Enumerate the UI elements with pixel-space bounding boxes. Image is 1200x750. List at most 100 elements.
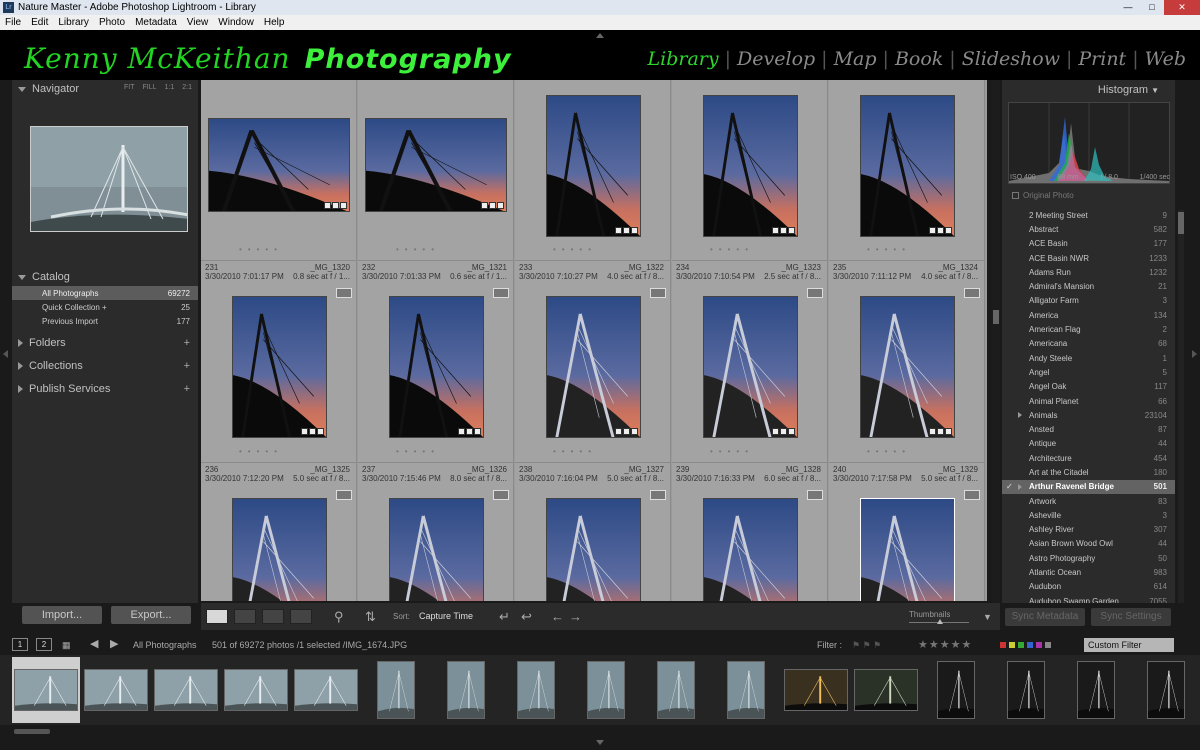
rating-dots[interactable]: •••••	[396, 245, 440, 254]
filmstrip-cell[interactable]	[432, 657, 500, 723]
rating-filter-stars[interactable]: ★★★★★	[918, 638, 972, 651]
photo-thumbnail[interactable]	[860, 498, 955, 601]
folders-header[interactable]: Folders +	[12, 334, 198, 352]
metadata-badge-icon[interactable]	[807, 490, 823, 500]
filmstrip-thumbnail[interactable]	[14, 669, 78, 711]
filmstrip-thumbnail[interactable]	[377, 661, 415, 719]
catalog-item-all-photographs[interactable]: All Photographs 69272	[12, 286, 198, 300]
filmstrip-thumbnail[interactable]	[784, 669, 848, 711]
next-photo-icon[interactable]: →	[569, 609, 582, 624]
keyword-scrollbar[interactable]	[1178, 210, 1184, 603]
metadata-badge-icon[interactable]	[964, 288, 980, 298]
window-2-button[interactable]: 2	[36, 638, 52, 651]
filmstrip-source[interactable]: All Photographs	[133, 640, 197, 650]
grid-cell[interactable]: •••••	[672, 80, 828, 261]
keyword-row[interactable]: America 134	[1002, 308, 1175, 322]
keyword-row[interactable]: ACE Basin 177	[1002, 237, 1175, 251]
expand-triangle-icon[interactable]	[1018, 412, 1022, 419]
sort-direction-icon[interactable]: ⇅	[365, 609, 376, 625]
filmstrip-thumbnail[interactable]	[154, 669, 218, 711]
photo-thumbnail[interactable]	[703, 95, 798, 237]
filmstrip-thumbnail[interactable]	[294, 669, 358, 711]
grid-scrollbar[interactable]	[992, 80, 1000, 603]
collapse-right-arrow-icon[interactable]	[1192, 350, 1197, 358]
keyword-row[interactable]: Asian Brown Wood Owl 44	[1002, 537, 1175, 551]
navigator-preview[interactable]	[30, 126, 188, 232]
metadata-badge-icon[interactable]	[650, 490, 666, 500]
metadata-badge-icon[interactable]	[336, 490, 352, 500]
keyword-row[interactable]: Angel Oak 117	[1002, 380, 1175, 394]
filmstrip-cell[interactable]	[572, 657, 640, 723]
close-button[interactable]: ✕	[1164, 0, 1200, 15]
forward-arrow-icon[interactable]: ▶	[110, 637, 118, 650]
menu-photo[interactable]: Photo	[94, 17, 130, 28]
photo-thumbnail[interactable]	[546, 498, 641, 601]
keyword-row[interactable]: Adams Run 1232	[1002, 265, 1175, 279]
filmstrip-thumbnail[interactable]	[84, 669, 148, 711]
window-1-button[interactable]: 1	[12, 638, 28, 651]
photo-thumbnail[interactable]	[232, 498, 327, 601]
grid-cell[interactable]: 237 _MG_1326 3/30/2010 7:15:46 PM 8.0 sec …	[358, 463, 514, 601]
collapse-top-arrow-icon[interactable]	[596, 33, 604, 38]
photo-thumbnail[interactable]	[389, 498, 484, 601]
menu-view[interactable]: View	[182, 17, 214, 28]
photo-thumbnail[interactable]	[365, 118, 507, 212]
rotate-left-icon[interactable]: ↵	[499, 609, 510, 625]
collections-header[interactable]: Collections +	[12, 357, 198, 375]
grid-cell[interactable]: 239 _MG_1328 3/30/2010 7:16:33 PM 6.0 sec …	[672, 463, 828, 601]
rating-dots[interactable]: •••••	[710, 447, 754, 456]
menu-help[interactable]: Help	[259, 17, 290, 28]
keyword-row[interactable]: ✓ Arthur Ravenel Bridge 501	[1002, 479, 1175, 494]
filmstrip-scroll-thumb[interactable]	[14, 729, 50, 734]
keyword-row[interactable]: Astro Photography 50	[1002, 551, 1175, 565]
module-map[interactable]: Map	[828, 48, 883, 70]
filmstrip-cell[interactable]	[12, 657, 80, 723]
grid-scroll-thumb[interactable]	[993, 310, 999, 324]
keyword-row[interactable]: ACE Basin NWR 1233	[1002, 251, 1175, 265]
keyword-row[interactable]: Alligator Farm 3	[1002, 294, 1175, 308]
photo-thumbnail[interactable]	[389, 296, 484, 438]
grid-cell[interactable]: 236 _MG_1325 3/30/2010 7:12:20 PM 5.0 sec …	[201, 463, 357, 601]
filmstrip-thumbnail[interactable]	[224, 669, 288, 711]
module-library[interactable]: Library	[642, 48, 725, 70]
publish-services-header[interactable]: Publish Services +	[12, 380, 198, 398]
sort-select[interactable]: Capture Time	[419, 611, 473, 621]
grid-cell[interactable]: •••••	[829, 80, 985, 261]
photo-thumbnail[interactable]	[232, 296, 327, 438]
metadata-badge-icon[interactable]	[493, 490, 509, 500]
keyword-row[interactable]: Animal Planet 66	[1002, 394, 1175, 408]
grid-cell[interactable]: 238 _MG_1327 3/30/2010 7:16:04 PM 5.0 sec …	[515, 463, 671, 601]
keyword-row[interactable]: 2 Meeting Street 9	[1002, 208, 1175, 222]
catalog-item-quick-collection[interactable]: Quick Collection + 25	[12, 300, 198, 314]
grid-cell[interactable]: •••••	[201, 80, 357, 261]
keyword-row[interactable]: Asheville 3	[1002, 508, 1175, 522]
sync-settings-button[interactable]: Sync Settings	[1091, 608, 1171, 626]
grid-cell[interactable]: 240 _MG_1329 3/30/2010 7:17:58 PM 5.0 sec …	[829, 463, 985, 601]
menu-metadata[interactable]: Metadata	[130, 17, 182, 28]
module-book[interactable]: Book	[889, 48, 949, 70]
menu-library[interactable]: Library	[53, 17, 94, 28]
collapse-bottom-arrow-icon[interactable]	[596, 740, 604, 745]
keyword-row[interactable]: Ashley River 307	[1002, 523, 1175, 537]
rating-dots[interactable]: •••••	[710, 245, 754, 254]
module-web[interactable]: Web	[1139, 48, 1192, 70]
zoom-1-1[interactable]: 1:1	[165, 84, 175, 91]
filmstrip-status[interactable]: 501 of 69272 photos /1 selected /IMG_167…	[212, 640, 407, 650]
metadata-badge-icon[interactable]	[807, 288, 823, 298]
zoom-2-1[interactable]: 2:1	[182, 84, 192, 91]
keyword-row[interactable]: Audubon Swamp Garden 7055	[1002, 594, 1175, 603]
filmstrip-thumbnail[interactable]	[727, 661, 765, 719]
filmstrip-thumbnail[interactable]	[587, 661, 625, 719]
keyword-row[interactable]: Andy Steele 1	[1002, 351, 1175, 365]
module-print[interactable]: Print	[1072, 48, 1132, 70]
filmstrip-cell[interactable]	[642, 657, 710, 723]
filmstrip-thumbnail[interactable]	[1147, 661, 1185, 719]
thumbnail-size-knob[interactable]	[937, 619, 943, 624]
menu-window[interactable]: Window	[213, 17, 259, 28]
metadata-badge-icon[interactable]	[650, 288, 666, 298]
color-label-filter[interactable]	[1000, 642, 1051, 648]
flag-filter-icons[interactable]: ⚑ ⚑ ⚑	[852, 640, 881, 651]
catalog-header[interactable]: Catalog	[12, 268, 198, 286]
keyword-row[interactable]: American Flag 2	[1002, 322, 1175, 336]
sync-metadata-button[interactable]: Sync Metadata	[1005, 608, 1085, 626]
